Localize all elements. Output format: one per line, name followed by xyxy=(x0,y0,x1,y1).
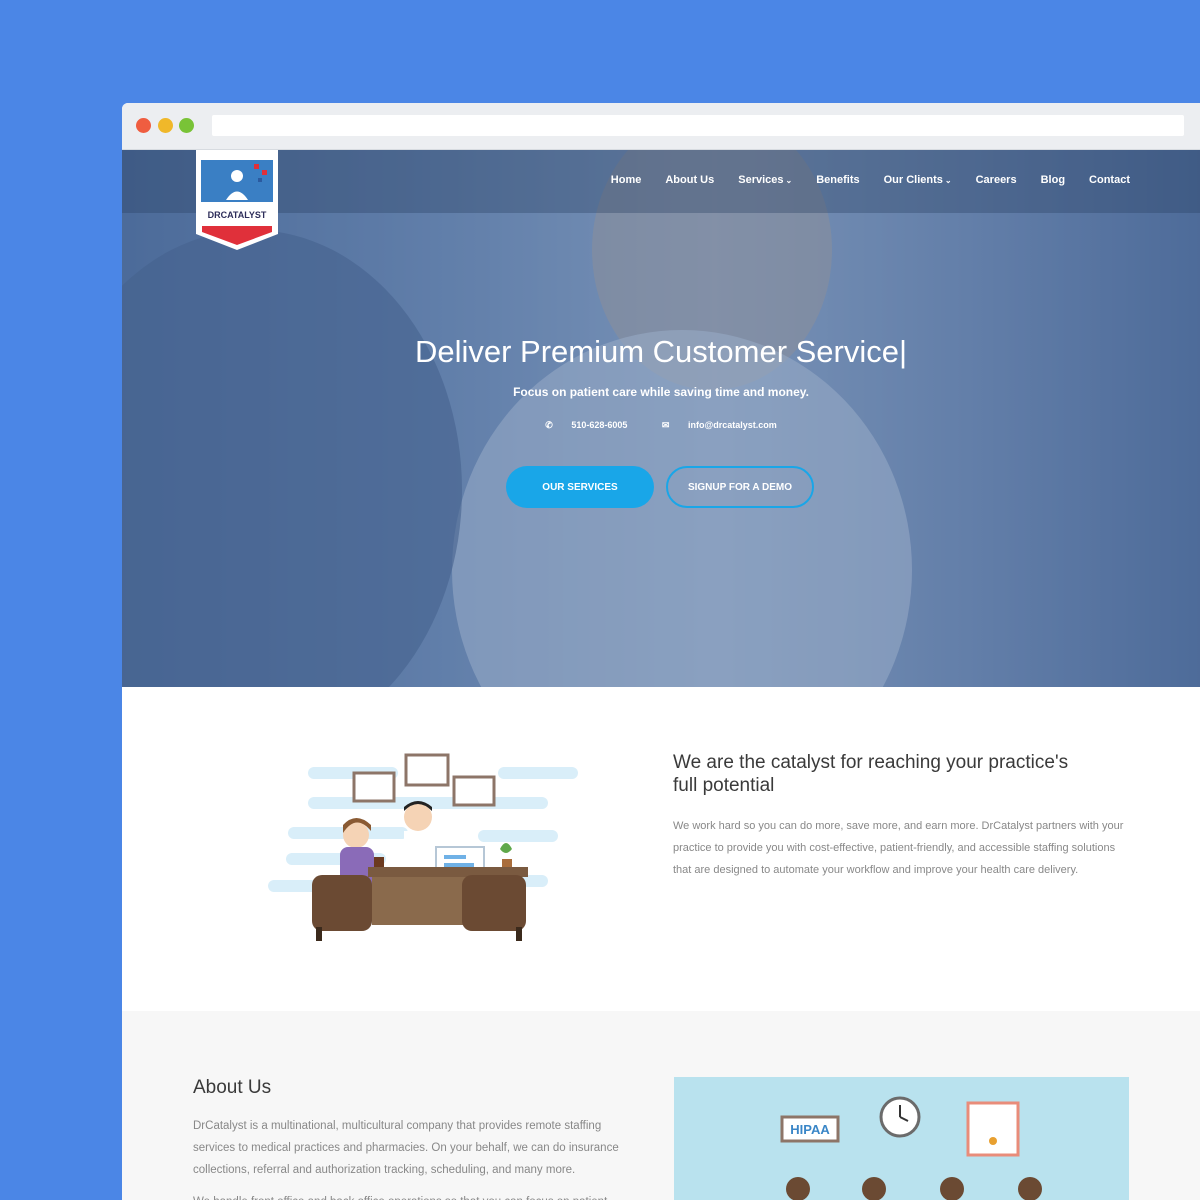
signup-demo-button[interactable]: SIGNUP FOR A DEMO xyxy=(666,466,814,508)
about-paragraph: DrCatalyst is a multinational, multicult… xyxy=(193,1120,619,1176)
nav-item-blog[interactable]: Blog xyxy=(1041,174,1065,186)
hero-section: DRCATALYST Home About Us Services ⌄ Benef… xyxy=(122,150,1200,687)
email-address: info@drcatalyst.com xyxy=(687,420,777,430)
about-paragraph-2: We handle front office and back office o… xyxy=(193,1191,643,1200)
intro-title: We are the catalyst for reaching your pr… xyxy=(673,752,1069,796)
about-title: About Us xyxy=(193,1077,272,1098)
chevron-down-icon: ⌄ xyxy=(944,176,952,185)
hero-contact-info: ✆ 510-628-6005 ✉ info@drcatalyst.com xyxy=(122,420,1200,431)
nav-item-careers[interactable]: Careers xyxy=(976,174,1017,186)
nav-item-contact[interactable]: Contact xyxy=(1089,174,1130,186)
intro-section: We are the catalyst for reaching your pr… xyxy=(122,687,1200,1011)
hero-overlay xyxy=(122,150,1200,687)
nav-item-about-us[interactable]: About Us xyxy=(665,174,714,186)
close-window-button[interactable] xyxy=(136,118,151,133)
chevron-down-icon: ⌄ xyxy=(785,176,793,185)
nav-item-label: Home xyxy=(610,174,642,186)
phone-link[interactable]: ✆ 510-628-6005 xyxy=(537,420,635,430)
nav-item-services[interactable]: Services ⌄ xyxy=(738,174,792,186)
intro-text: We work hard so you can do more, save mo… xyxy=(673,820,1124,876)
nav-item-label: Blog xyxy=(1040,174,1066,186)
envelope-icon: ✉ xyxy=(661,420,670,430)
address-bar[interactable] xyxy=(212,115,1184,136)
main-navigation: Home About Us Services ⌄ Benefits Our Cli… xyxy=(587,174,1130,186)
nav-item-label: Contact xyxy=(1089,174,1130,186)
office-illustration: HIPAA xyxy=(780,1096,1042,1200)
minimize-window-button[interactable] xyxy=(158,118,173,133)
nav-item-label: Our Clients xyxy=(883,174,943,186)
nav-item-benefits[interactable]: Benefits xyxy=(816,174,859,186)
phone-number: 510-628-6005 xyxy=(571,420,628,430)
hero-title: Deliver Premium Customer Service| xyxy=(414,334,908,369)
about-illustration: HIPAA xyxy=(674,1077,1129,1200)
drcatalyst-logo[interactable]: DRCATALYST xyxy=(196,150,278,250)
about-section: About Us DrCatalyst is a multinational, … xyxy=(122,1011,1200,1200)
browser-toolbar xyxy=(122,103,1200,150)
email-link[interactable]: ✉ info@drcatalyst.com xyxy=(654,420,785,430)
about-text: DrCatalyst is a multinational, multicult… xyxy=(193,1115,643,1200)
phone-icon: ✆ xyxy=(545,420,553,430)
doctor-consultation-illustration xyxy=(268,753,578,941)
nav-item-our-clients[interactable]: Our Clients ⌄ xyxy=(884,174,952,186)
our-services-button[interactable]: OUR SERVICES xyxy=(506,466,654,508)
hipaa-badge-text: HIPAA xyxy=(790,1122,830,1137)
logo-text: DRCATALYST xyxy=(208,210,267,220)
maximize-window-button[interactable] xyxy=(179,118,194,133)
hero-subtitle: Focus on patient care while saving time … xyxy=(513,385,809,399)
nav-item-label: About Us xyxy=(665,174,715,186)
nav-item-home[interactable]: Home xyxy=(611,174,642,186)
browser-window: DRCATALYST Home About Us Services ⌄ Benef… xyxy=(122,103,1200,1200)
nav-item-label: Benefits xyxy=(816,174,860,186)
nav-item-label: Services xyxy=(738,174,784,186)
nav-item-label: Careers xyxy=(975,174,1017,186)
